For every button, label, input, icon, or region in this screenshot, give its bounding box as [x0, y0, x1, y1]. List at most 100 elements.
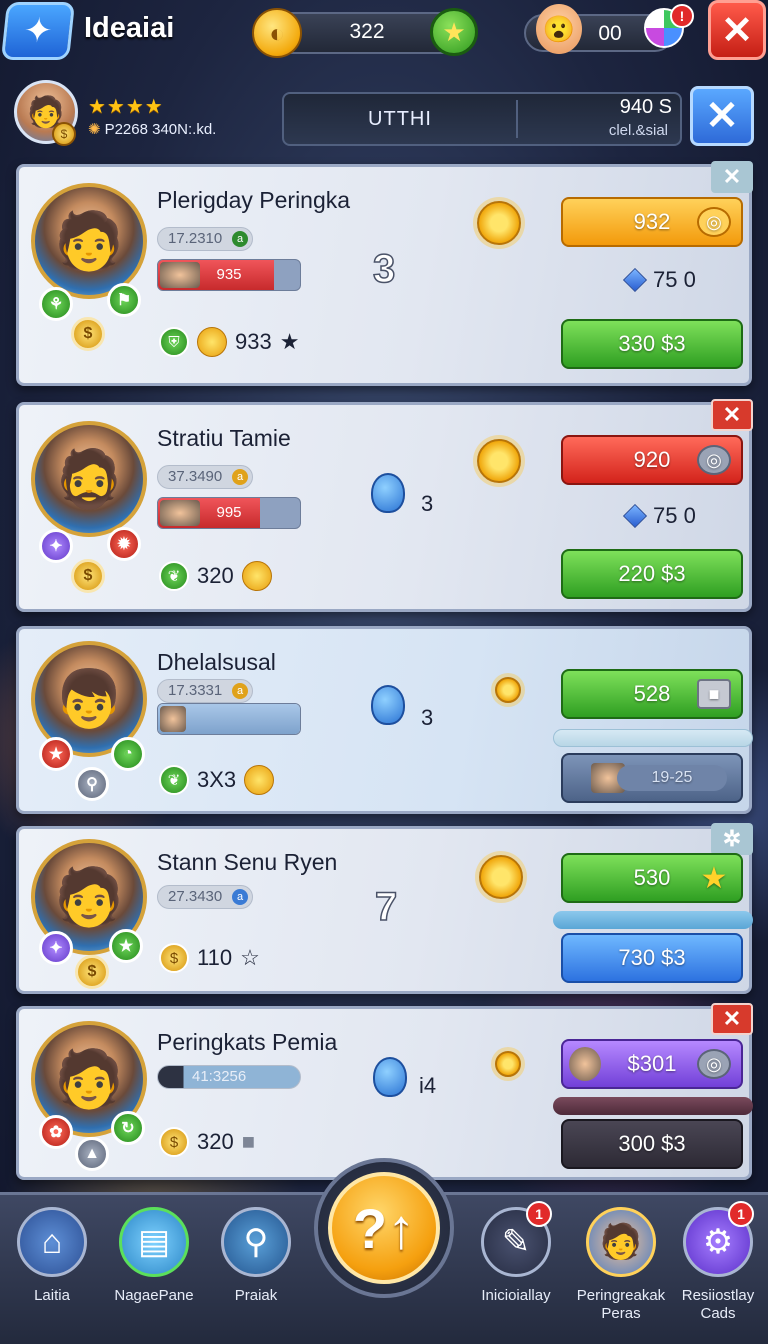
health-bar: 935: [157, 259, 301, 291]
reward-button[interactable]: 920 ◎: [561, 435, 743, 485]
timer-button[interactable]: 19-25: [561, 753, 743, 803]
reward-button[interactable]: 530 ★: [561, 853, 743, 903]
sun-icon: [495, 1051, 521, 1077]
avatar-icon[interactable]: 🧑: [586, 1207, 656, 1277]
cube-icon: ■: [241, 1129, 256, 1154]
profile-stat-bottom: clel.&sial: [608, 122, 668, 139]
reward-button[interactable]: 932 ◎: [561, 197, 743, 247]
page-icon[interactable]: ▤: [119, 1207, 189, 1277]
triangle-badge: ▲: [75, 1137, 109, 1171]
leaderboard-card[interactable]: 👦 ★ ◔ ⚲ Dhelalsusal 17.3331 a 3 ❦ 3X3 528…: [16, 626, 753, 814]
coin-badge: $: [71, 559, 105, 593]
nav-item-resiiostlay[interactable]: ⚙ 1 Resiiostlay Cads: [668, 1201, 768, 1323]
health-bar: [157, 703, 301, 735]
center-action-button[interactable]: ?↑: [328, 1172, 440, 1284]
add-coins-button[interactable]: ★: [430, 8, 478, 56]
nav-item-peringreakak[interactable]: 🧑 Peringreakak Peras: [566, 1207, 676, 1323]
leaderboard-card[interactable]: ✕ 🧑 ⚘ ⚑ $ Plerigday Peringka 17.2310 a 93…: [16, 161, 753, 386]
level-text: 41:3256: [192, 1068, 247, 1085]
app-logo-button[interactable]: ✦: [0, 2, 76, 60]
coin-icon: ◐: [252, 8, 302, 58]
search-divider: [516, 100, 518, 138]
leaderboard-card[interactable]: ✕ 🧑 ✿ ↻ ▲ Peringkats Pemia 41:3256 i4 $ …: [16, 1003, 753, 1180]
stat-value: 3X3: [197, 767, 237, 792]
reward-label: 920: [633, 447, 671, 472]
profile-stat-top: 940 S: [619, 96, 672, 118]
level-text: 27.3430: [168, 888, 223, 905]
nav-item-nagaepane[interactable]: ▤ NagaePane: [104, 1207, 204, 1305]
leaderboard-card[interactable]: ✕ 🧔 ✦ ✹ $ Stratiu Tamie 37.3490 a 995 3 ❦…: [16, 399, 753, 612]
star-icon: ★: [442, 16, 466, 47]
gem-line: 75 0: [622, 267, 696, 293]
claim-button[interactable]: 220 $3: [561, 549, 743, 599]
profile-coin-icon: $: [52, 122, 76, 146]
rank-number: i4: [419, 1073, 437, 1098]
notification-badge: !: [670, 4, 694, 28]
level-text: 17.3331: [168, 682, 223, 699]
profile-close-button[interactable]: ✕: [690, 86, 754, 146]
level-icon: a: [232, 889, 248, 905]
progress-bar: [553, 729, 753, 747]
nav-item-laitia[interactable]: ⌂ Laitia: [2, 1207, 102, 1305]
nav-item-praiak[interactable]: ⚲ Praiak: [206, 1207, 306, 1305]
flame-badge: ✹: [107, 527, 141, 561]
coin-icon: $: [159, 1127, 189, 1157]
player-name: Plerigday Peringka: [157, 187, 351, 213]
player-stats: ❦ 320: [159, 561, 272, 591]
nav-item-inicioiallay[interactable]: ✎ 1 Inicioiallay: [466, 1201, 566, 1305]
coin-icon: ◎: [697, 1049, 731, 1079]
health-bar: 995: [157, 497, 301, 529]
shield-gem-icon: [371, 473, 405, 513]
player-avatar: 🧑: [31, 183, 147, 299]
leaderboard-card[interactable]: ✲ 🧑 ✦ ★ $ Stann Senu Ryen 27.3430 a 7 $ 1…: [16, 823, 753, 994]
fire-icon: ✺: [88, 121, 101, 138]
rank-badge: ⚲: [75, 767, 109, 801]
reward-button[interactable]: $301 ◎: [561, 1039, 743, 1089]
home-icon[interactable]: ⌂: [17, 1207, 87, 1277]
shield-gem-icon: [373, 1057, 407, 1097]
claim-button[interactable]: 330 $3: [561, 319, 743, 369]
shield-icon: ⛨: [159, 327, 189, 357]
star-icon: ★: [700, 861, 728, 895]
progress-bar: [553, 911, 753, 929]
level-pill: 17.3331 a: [157, 679, 253, 703]
profile-stats: ✺ P2268 340N:.kd.: [88, 120, 216, 138]
skill-badge: ✦: [39, 529, 73, 563]
star-badge: ★: [39, 737, 73, 771]
close-button[interactable]: ✕: [708, 0, 766, 60]
health-value: 935: [216, 266, 242, 283]
player-stats: ⛨ 933 ★: [159, 327, 299, 357]
coin-badge: $: [75, 955, 109, 989]
level-pill: 27.3430 a: [157, 885, 253, 909]
reward-button[interactable]: 528 ■: [561, 669, 743, 719]
star-icon: ★: [279, 329, 300, 354]
card-close-button[interactable]: ✕: [711, 1003, 753, 1035]
claim-button[interactable]: 300 $3: [561, 1119, 743, 1169]
card-close-button[interactable]: ✕: [711, 399, 753, 431]
coin-badge: $: [71, 317, 105, 351]
reward-label: 528: [633, 681, 671, 706]
player-stats: ❦ 3X3: [159, 765, 275, 795]
cube-icon: ■: [697, 679, 731, 709]
nav-label: Inicioiallay: [481, 1287, 551, 1304]
level-icon: a: [232, 469, 248, 485]
gem-line-value: 75 0: [653, 503, 696, 528]
progress-bar: [553, 1097, 753, 1115]
card-close-button[interactable]: ✲: [711, 823, 753, 855]
search-icon[interactable]: ⚲: [221, 1207, 291, 1277]
reward-label: 530: [633, 865, 671, 890]
nav-label: NagaePane: [114, 1287, 194, 1304]
claim-button[interactable]: 730 $3: [561, 933, 743, 983]
reward-label: 932: [633, 209, 671, 234]
coin-icon: ◎: [697, 207, 731, 237]
coin-icon: $: [159, 943, 189, 973]
sun-small-icon: [241, 561, 272, 591]
mini-avatar: [160, 706, 186, 732]
star-badge: ★: [109, 929, 143, 963]
gem-icon: [622, 267, 648, 293]
level-icon: a: [232, 231, 248, 247]
nav-label: Laitia: [34, 1287, 70, 1304]
level-pill: 37.3490 a: [157, 465, 253, 489]
player-avatar: 🧔: [31, 421, 147, 537]
card-close-button[interactable]: ✕: [711, 161, 753, 193]
